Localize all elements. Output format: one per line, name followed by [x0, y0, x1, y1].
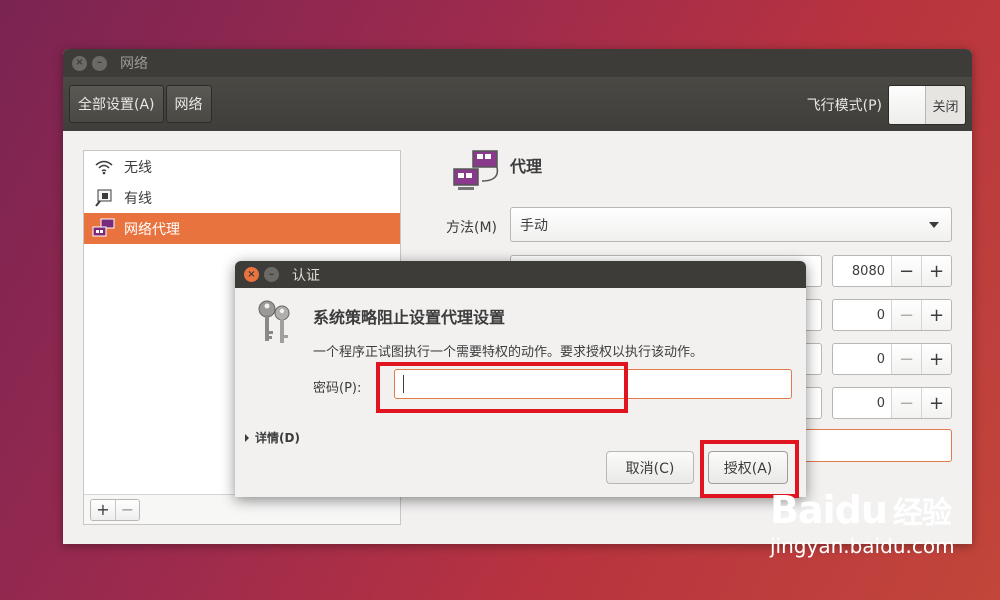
chevron-down-icon: [929, 222, 939, 228]
details-label: 详情(D): [255, 431, 300, 445]
baidu-logo-text: Baidu: [770, 488, 888, 532]
port-value[interactable]: 0: [833, 344, 891, 374]
sidebar-item-wireless[interactable]: 无线: [84, 151, 400, 182]
network-breadcrumb-button[interactable]: 网络: [165, 85, 212, 123]
watermark-url: jingyan.baidu.com: [770, 534, 955, 558]
sidebar-item-label: 无线: [124, 159, 152, 176]
baidu-logo-cn: 经验: [892, 496, 952, 531]
details-expander[interactable]: 详情(D): [245, 429, 300, 446]
add-remove-buttons: + −: [90, 498, 140, 521]
network-proxy-icon: [92, 218, 116, 240]
minimize-window-icon[interactable]: –: [92, 55, 107, 71]
socks-port-stepper[interactable]: 0 − +: [832, 387, 952, 419]
dialog-message: 一个程序正试图执行一个需要特权的动作。要求授权以执行该动作。: [313, 345, 704, 360]
dialog-heading: 系统策略阻止设置代理设置: [313, 308, 506, 327]
https-port-stepper[interactable]: 0 − +: [832, 299, 952, 331]
port-increment-button[interactable]: +: [921, 300, 951, 330]
port-decrement-button[interactable]: −: [891, 256, 921, 286]
sidebar-item-label: 有线: [124, 190, 152, 207]
port-value[interactable]: 0: [833, 388, 891, 418]
window-title: 网络: [120, 56, 148, 72]
toolbar: 全部设置(A) 网络 飞行模式(P) 关闭: [63, 77, 972, 131]
airplane-mode-toggle[interactable]: 关闭: [888, 85, 966, 125]
all-settings-button[interactable]: 全部设置(A): [69, 85, 164, 123]
method-dropdown[interactable]: 手动: [510, 207, 952, 242]
close-icon[interactable]: ×: [244, 267, 259, 282]
password-label: 密码(P):: [313, 381, 362, 396]
method-label: 方法(M): [446, 220, 498, 236]
sidebar-item-network-proxy[interactable]: 网络代理: [84, 213, 400, 244]
minimize-icon[interactable]: –: [264, 267, 279, 282]
port-decrement-button[interactable]: −: [891, 300, 921, 330]
port-decrement-button[interactable]: −: [891, 388, 921, 418]
wired-network-icon: [92, 187, 116, 209]
port-decrement-button[interactable]: −: [891, 344, 921, 374]
port-increment-button[interactable]: +: [921, 388, 951, 418]
airplane-mode: 飞行模式(P) 关闭: [807, 85, 966, 125]
method-value: 手动: [520, 217, 548, 234]
proxy-header: 代理: [452, 149, 542, 199]
toggle-knob: [889, 86, 926, 124]
password-highlight-box: [376, 362, 628, 413]
ftp-port-stepper[interactable]: 0 − +: [832, 343, 952, 375]
port-increment-button[interactable]: +: [921, 344, 951, 374]
baidu-watermark: Baidu 经验 jingyan.baidu.com: [770, 488, 955, 558]
triangle-right-icon: [245, 433, 249, 442]
window-titlebar: × – 网络: [63, 49, 972, 77]
port-value[interactable]: 8080: [833, 256, 891, 286]
port-increment-button[interactable]: +: [921, 256, 951, 286]
cancel-button[interactable]: 取消(C): [606, 451, 694, 484]
add-connection-button[interactable]: +: [91, 499, 115, 520]
sidebar-item-label: 网络代理: [124, 221, 180, 238]
network-proxy-large-icon: [452, 149, 502, 199]
http-port-stepper[interactable]: 8080 − +: [832, 255, 952, 287]
dialog-title: 认证: [292, 267, 320, 284]
remove-connection-button[interactable]: −: [115, 499, 139, 520]
ignore-hosts-field[interactable]: [803, 429, 952, 462]
toggle-state: 关闭: [932, 99, 959, 115]
wifi-icon: [92, 156, 116, 178]
port-value[interactable]: 0: [833, 300, 891, 330]
keys-icon: [255, 299, 295, 351]
baidu-logo: Baidu 经验: [770, 488, 955, 532]
dialog-titlebar: × – 认证: [235, 261, 806, 288]
sidebar-item-wired[interactable]: 有线: [84, 182, 400, 213]
proxy-title: 代理: [510, 157, 543, 176]
airplane-mode-label: 飞行模式(P): [806, 98, 882, 114]
sidebar-footer: + −: [84, 494, 400, 524]
close-window-icon[interactable]: ×: [72, 55, 87, 71]
